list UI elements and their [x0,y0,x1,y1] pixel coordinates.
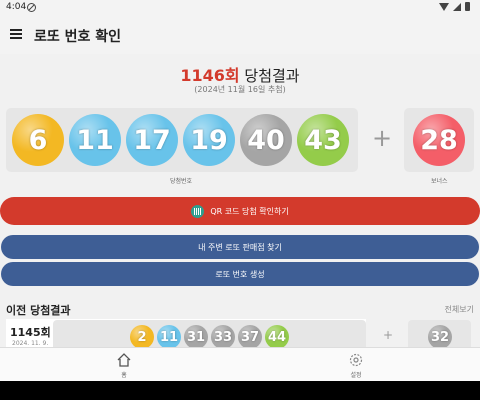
previous-bonus-ball: 32 [428,325,452,347]
previous-ball-5: 37 [238,325,262,347]
previous-numbers-panel: 2 11 31 33 37 44 [53,320,366,347]
previous-ball-3: 31 [184,325,208,347]
nav-settings[interactable]: 설정 [336,350,376,382]
winning-ball-2: 11 [69,114,121,166]
gear-icon [349,353,363,367]
home-icon [117,353,131,367]
previous-ball-6: 44 [265,325,289,347]
system-navigation-bar [0,381,480,400]
winning-numbers-panel: 6 11 17 19 40 43 [6,108,358,172]
bonus-ball: 28 [413,114,465,166]
winning-ball-3: 17 [126,114,178,166]
app-bar: 로또 번호 확인 [0,16,480,54]
draw-title: 1146회 당첨결과 [0,62,480,86]
draw-title-suffix: 당첨결과 [239,67,300,85]
qr-code-icon [191,204,205,218]
previous-ball-4: 33 [211,325,235,347]
previous-bonus-panel: 32 [408,320,471,347]
app-title: 로또 번호 확인 [34,29,122,45]
find-store-label: 내 주변 로또 판매점 찾기 [198,242,282,252]
qr-check-label: QR 코드 당첨 확인하기 [210,206,289,216]
battery-icon [465,2,470,11]
do-not-disturb-icon [27,3,36,12]
view-all-link[interactable]: 전체보기 [445,304,474,315]
winning-ball-5: 40 [240,114,292,166]
nav-home[interactable]: 홈 [104,350,144,382]
nav-home-label: 홈 [121,372,127,379]
main-content: 1146회 당첨결과 (2024년 11월 16일 추첨) 6 11 17 19… [0,54,480,347]
status-bar: 4:04 [0,0,480,16]
find-store-button[interactable]: 내 주변 로또 판매점 찾기 [1,235,479,259]
draw-round: 1146회 [180,66,240,85]
bonus-label: 보너스 [431,178,448,185]
nav-settings-label: 설정 [350,372,362,379]
plus-icon: + [372,124,393,152]
previous-result-row[interactable]: 1145회 2024. 11. 9. 2 11 31 33 37 44 [6,319,366,347]
draw-date: (2024년 11월 16일 추첨) [194,85,286,94]
bonus-number-panel: 28 [404,108,474,172]
previous-ball-2: 11 [157,325,181,347]
previous-ball-1: 2 [130,325,154,347]
winning-ball-1: 6 [12,114,64,166]
previous-round: 1145회 [10,326,51,339]
menu-icon[interactable] [10,29,22,39]
previous-results-heading: 이전 당첨결과 [6,304,71,317]
previous-date: 2024. 11. 9. [12,340,49,347]
wifi-icon [439,2,449,11]
winning-ball-4: 19 [183,114,235,166]
signal-icon [453,2,461,11]
status-time: 4:04 [6,2,27,12]
winning-ball-6: 43 [297,114,349,166]
previous-plus-icon: + [383,328,394,342]
bottom-navigation: 홈 설정 [0,347,480,382]
qr-check-button[interactable]: QR 코드 당첨 확인하기 [0,197,480,225]
winning-numbers-label: 당첨번호 [170,178,193,185]
generate-numbers-label: 로또 번호 생성 [215,269,265,279]
status-icons [439,2,470,11]
generate-numbers-button[interactable]: 로또 번호 생성 [1,262,479,286]
